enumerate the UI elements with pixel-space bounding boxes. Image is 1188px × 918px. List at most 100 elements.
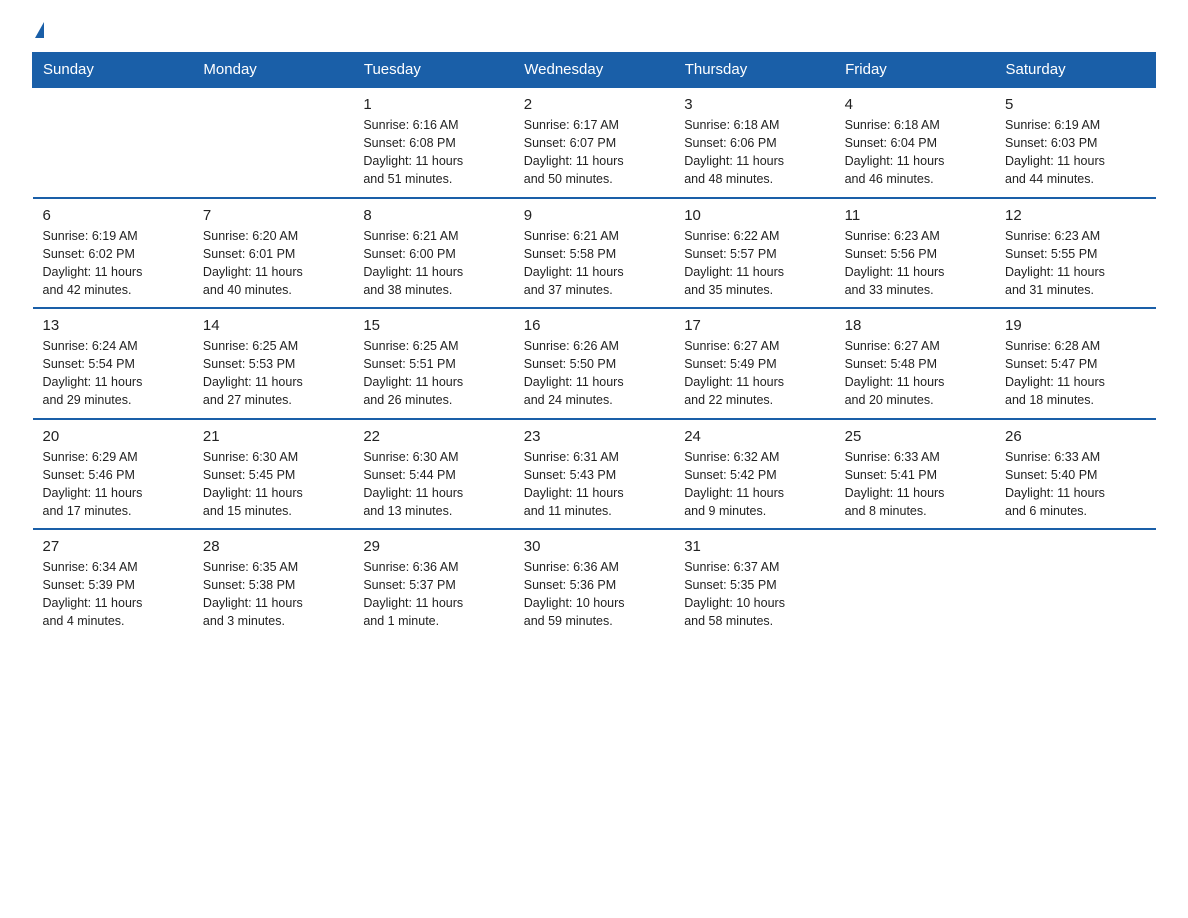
page-header: [32, 24, 1156, 40]
day-number: 24: [684, 428, 824, 445]
calendar-cell: 22Sunrise: 6:30 AMSunset: 5:44 PMDayligh…: [353, 419, 513, 530]
day-info: Sunrise: 6:16 AMSunset: 6:08 PMDaylight:…: [363, 116, 503, 189]
day-number: 5: [1005, 96, 1145, 113]
day-info: Sunrise: 6:20 AMSunset: 6:01 PMDaylight:…: [203, 227, 343, 300]
day-info: Sunrise: 6:29 AMSunset: 5:46 PMDaylight:…: [43, 448, 183, 521]
day-number: 11: [845, 207, 985, 224]
weekday-header-monday: Monday: [193, 53, 353, 88]
day-number: 29: [363, 538, 503, 555]
calendar-cell: 18 Sunrise: 6:27 AMSunset: 5:48 PMDayligh…: [835, 308, 995, 419]
day-info: Sunrise: 6:30 AMSunset: 5:45 PMDaylight:…: [203, 448, 343, 521]
day-info: Sunrise: 6:31 AMSunset: 5:43 PMDaylight:…: [524, 448, 664, 521]
day-info: Sunrise: 6:32 AMSunset: 5:42 PMDaylight:…: [684, 448, 824, 521]
calendar-cell: 3Sunrise: 6:18 AMSunset: 6:06 PMDaylight…: [674, 87, 834, 198]
calendar-cell: 12 Sunrise: 6:23 AMSunset: 5:55 PMDayligh…: [995, 198, 1155, 309]
calendar-cell: 23 Sunrise: 6:31 AMSunset: 5:43 PMDayligh…: [514, 419, 674, 530]
day-number: 3: [684, 96, 824, 113]
weekday-header-thursday: Thursday: [674, 53, 834, 88]
calendar-week-2: 6 Sunrise: 6:19 AMSunset: 6:02 PMDaylight…: [33, 198, 1156, 309]
calendar-cell: 17 Sunrise: 6:27 AMSunset: 5:49 PMDayligh…: [674, 308, 834, 419]
day-info: Sunrise: 6:17 AMSunset: 6:07 PMDaylight:…: [524, 116, 664, 189]
day-number: 6: [43, 207, 183, 224]
calendar-week-3: 13 Sunrise: 6:24 AMSunset: 5:54 PMDayligh…: [33, 308, 1156, 419]
calendar-table: SundayMondayTuesdayWednesdayThursdayFrid…: [32, 52, 1156, 639]
day-info: Sunrise: 6:21 AMSunset: 6:00 PMDaylight:…: [363, 227, 503, 300]
calendar-week-4: 20 Sunrise: 6:29 AMSunset: 5:46 PMDayligh…: [33, 419, 1156, 530]
day-number: 9: [524, 207, 664, 224]
calendar-cell: 27 Sunrise: 6:34 AMSunset: 5:39 PMDayligh…: [33, 529, 193, 639]
day-number: 8: [363, 207, 503, 224]
day-number: 17: [684, 317, 824, 334]
day-info: Sunrise: 6:34 AMSunset: 5:39 PMDaylight:…: [43, 558, 183, 631]
day-number: 26: [1005, 428, 1145, 445]
calendar-cell: 10Sunrise: 6:22 AMSunset: 5:57 PMDayligh…: [674, 198, 834, 309]
weekday-header-wednesday: Wednesday: [514, 53, 674, 88]
day-info: Sunrise: 6:21 AMSunset: 5:58 PMDaylight:…: [524, 227, 664, 300]
day-info: Sunrise: 6:37 AMSunset: 5:35 PMDaylight:…: [684, 558, 824, 631]
day-info: Sunrise: 6:24 AMSunset: 5:54 PMDaylight:…: [43, 337, 183, 410]
weekday-header-row: SundayMondayTuesdayWednesdayThursdayFrid…: [33, 53, 1156, 88]
day-info: Sunrise: 6:27 AMSunset: 5:49 PMDaylight:…: [684, 337, 824, 410]
day-number: 30: [524, 538, 664, 555]
calendar-cell: 8 Sunrise: 6:21 AMSunset: 6:00 PMDaylight…: [353, 198, 513, 309]
day-info: Sunrise: 6:22 AMSunset: 5:57 PMDaylight:…: [684, 227, 824, 300]
calendar-week-1: 1 Sunrise: 6:16 AMSunset: 6:08 PMDaylight…: [33, 87, 1156, 198]
calendar-cell: 24 Sunrise: 6:32 AMSunset: 5:42 PMDayligh…: [674, 419, 834, 530]
day-info: Sunrise: 6:23 AMSunset: 5:56 PMDaylight:…: [845, 227, 985, 300]
calendar-cell: 14Sunrise: 6:25 AMSunset: 5:53 PMDayligh…: [193, 308, 353, 419]
weekday-header-saturday: Saturday: [995, 53, 1155, 88]
calendar-cell: 11 Sunrise: 6:23 AMSunset: 5:56 PMDayligh…: [835, 198, 995, 309]
day-number: 13: [43, 317, 183, 334]
logo: [32, 24, 44, 40]
day-number: 22: [363, 428, 503, 445]
weekday-header-tuesday: Tuesday: [353, 53, 513, 88]
calendar-cell: 9 Sunrise: 6:21 AMSunset: 5:58 PMDaylight…: [514, 198, 674, 309]
calendar-cell: [995, 529, 1155, 639]
calendar-cell: 20 Sunrise: 6:29 AMSunset: 5:46 PMDayligh…: [33, 419, 193, 530]
day-info: Sunrise: 6:33 AMSunset: 5:41 PMDaylight:…: [845, 448, 985, 521]
day-number: 28: [203, 538, 343, 555]
calendar-cell: 29Sunrise: 6:36 AMSunset: 5:37 PMDayligh…: [353, 529, 513, 639]
day-number: 4: [845, 96, 985, 113]
day-number: 27: [43, 538, 183, 555]
day-number: 12: [1005, 207, 1145, 224]
calendar-cell: 16Sunrise: 6:26 AMSunset: 5:50 PMDayligh…: [514, 308, 674, 419]
calendar-cell: [835, 529, 995, 639]
calendar-cell: 6 Sunrise: 6:19 AMSunset: 6:02 PMDaylight…: [33, 198, 193, 309]
day-info: Sunrise: 6:19 AMSunset: 6:02 PMDaylight:…: [43, 227, 183, 300]
day-number: 16: [524, 317, 664, 334]
day-info: Sunrise: 6:19 AMSunset: 6:03 PMDaylight:…: [1005, 116, 1145, 189]
day-number: 23: [524, 428, 664, 445]
day-info: Sunrise: 6:27 AMSunset: 5:48 PMDaylight:…: [845, 337, 985, 410]
day-number: 19: [1005, 317, 1145, 334]
calendar-cell: 19 Sunrise: 6:28 AMSunset: 5:47 PMDayligh…: [995, 308, 1155, 419]
day-number: 25: [845, 428, 985, 445]
day-info: Sunrise: 6:36 AMSunset: 5:36 PMDaylight:…: [524, 558, 664, 631]
day-info: Sunrise: 6:35 AMSunset: 5:38 PMDaylight:…: [203, 558, 343, 631]
day-info: Sunrise: 6:25 AMSunset: 5:51 PMDaylight:…: [363, 337, 503, 410]
day-info: Sunrise: 6:25 AMSunset: 5:53 PMDaylight:…: [203, 337, 343, 410]
calendar-cell: 30 Sunrise: 6:36 AMSunset: 5:36 PMDayligh…: [514, 529, 674, 639]
calendar-week-5: 27 Sunrise: 6:34 AMSunset: 5:39 PMDayligh…: [33, 529, 1156, 639]
calendar-cell: 13 Sunrise: 6:24 AMSunset: 5:54 PMDayligh…: [33, 308, 193, 419]
calendar-cell: 28 Sunrise: 6:35 AMSunset: 5:38 PMDayligh…: [193, 529, 353, 639]
day-number: 2: [524, 96, 664, 113]
day-number: 20: [43, 428, 183, 445]
calendar-body: 1 Sunrise: 6:16 AMSunset: 6:08 PMDaylight…: [33, 87, 1156, 639]
day-info: Sunrise: 6:18 AMSunset: 6:04 PMDaylight:…: [845, 116, 985, 189]
calendar-cell: 21 Sunrise: 6:30 AMSunset: 5:45 PMDayligh…: [193, 419, 353, 530]
day-number: 7: [203, 207, 343, 224]
calendar-cell: 31Sunrise: 6:37 AMSunset: 5:35 PMDayligh…: [674, 529, 834, 639]
day-number: 18: [845, 317, 985, 334]
calendar-cell: 2 Sunrise: 6:17 AMSunset: 6:07 PMDaylight…: [514, 87, 674, 198]
calendar-cell: 5 Sunrise: 6:19 AMSunset: 6:03 PMDaylight…: [995, 87, 1155, 198]
calendar-cell: 25 Sunrise: 6:33 AMSunset: 5:41 PMDayligh…: [835, 419, 995, 530]
day-number: 1: [363, 96, 503, 113]
day-info: Sunrise: 6:28 AMSunset: 5:47 PMDaylight:…: [1005, 337, 1145, 410]
weekday-header-sunday: Sunday: [33, 53, 193, 88]
calendar-cell: [33, 87, 193, 198]
day-number: 21: [203, 428, 343, 445]
day-info: Sunrise: 6:23 AMSunset: 5:55 PMDaylight:…: [1005, 227, 1145, 300]
calendar-cell: 7 Sunrise: 6:20 AMSunset: 6:01 PMDaylight…: [193, 198, 353, 309]
logo-triangle-icon: [35, 22, 44, 38]
